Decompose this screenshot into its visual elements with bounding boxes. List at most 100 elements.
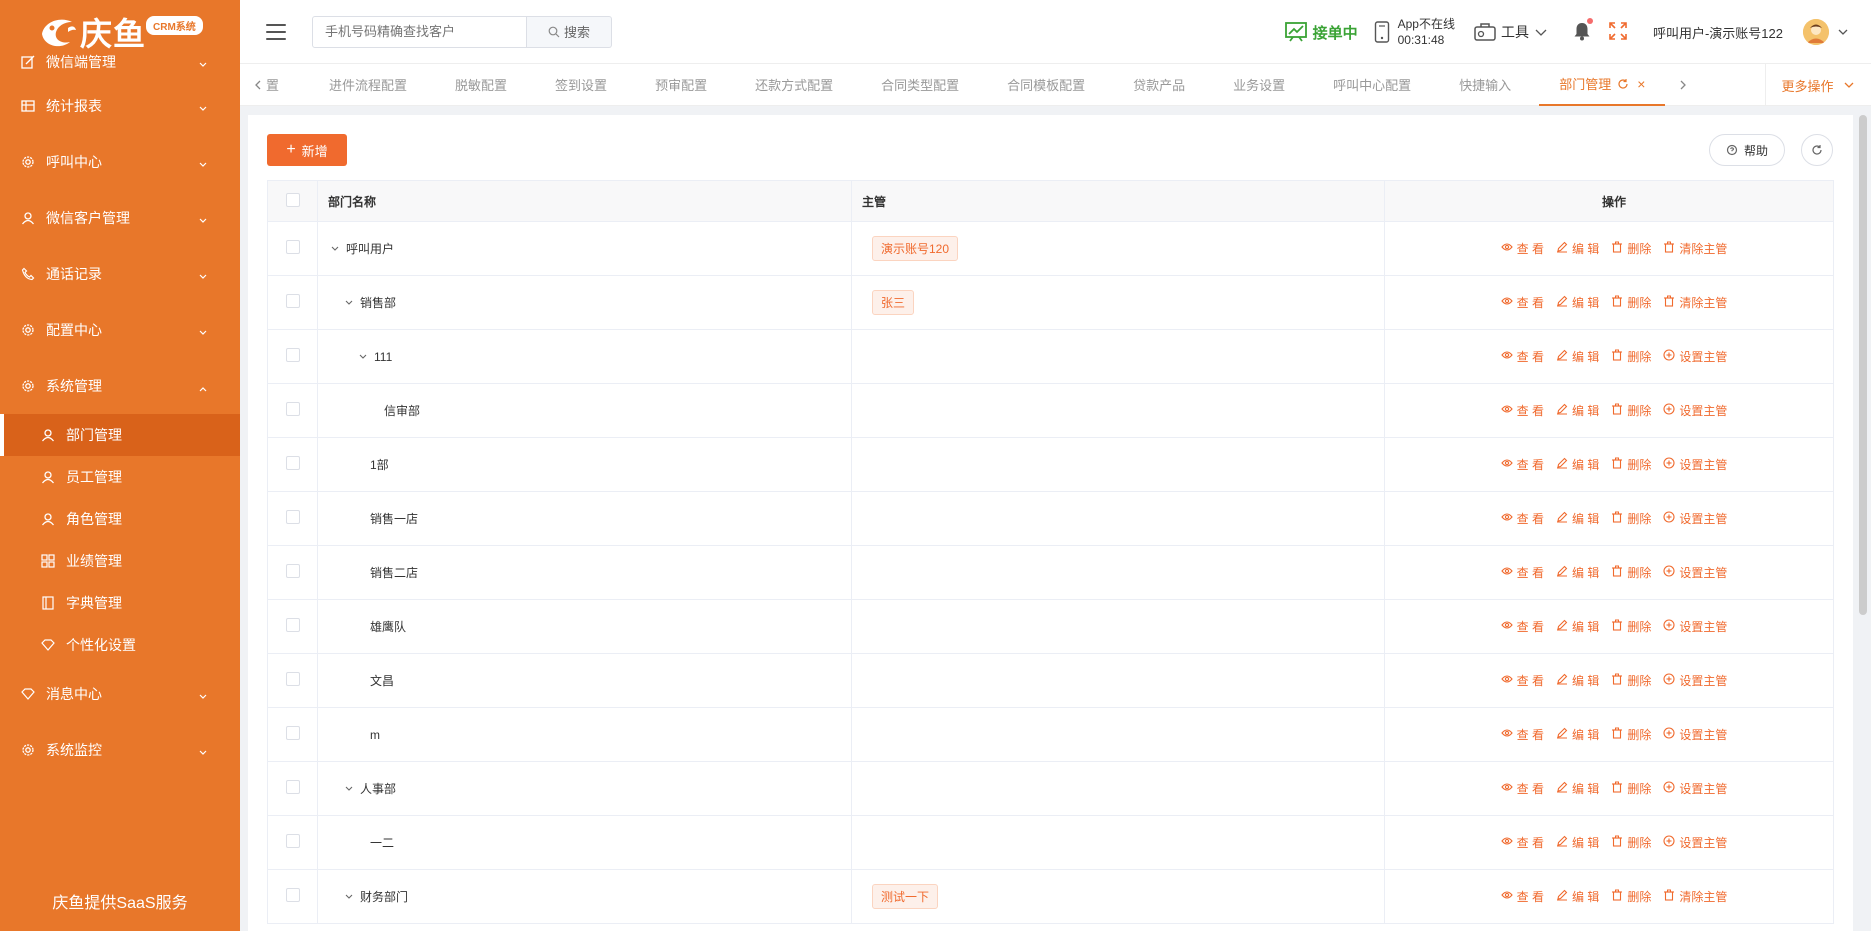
table-row[interactable]: 销售一店 查 看 编 辑 删除 设置主管 — [267, 491, 1834, 546]
sidebar-item-bottom-1[interactable]: 系统监控 — [0, 722, 240, 778]
delete-button[interactable]: 删除 — [1611, 672, 1651, 689]
delete-button[interactable]: 删除 — [1611, 402, 1651, 419]
edit-button[interactable]: 编 辑 — [1556, 726, 1599, 743]
notification-bell[interactable] — [1573, 17, 1593, 44]
add-button[interactable]: + 新增 — [267, 134, 347, 166]
view-button[interactable]: 查 看 — [1500, 618, 1544, 635]
chevron-down-icon[interactable] — [342, 296, 356, 310]
view-button[interactable]: 查 看 — [1500, 402, 1544, 419]
row-checkbox[interactable] — [285, 510, 300, 524]
avatar[interactable] — [1803, 19, 1829, 45]
user-name[interactable]: 呼叫用户-演示账号122 — [1653, 23, 1783, 42]
table-row[interactable]: 销售部 张三 查 看 编 辑 删除 清除主管 — [267, 275, 1834, 330]
delete-button[interactable]: 删除 — [1611, 456, 1651, 473]
more-operations-dropdown[interactable]: 更多操作 — [1765, 64, 1871, 106]
view-button[interactable]: 查 看 — [1500, 726, 1544, 743]
table-row[interactable]: 1部 查 看 编 辑 删除 设置主管 — [267, 437, 1834, 492]
view-button[interactable]: 查 看 — [1500, 888, 1544, 905]
tab-2[interactable]: 脱敏配置 — [455, 64, 507, 106]
delete-button[interactable]: 删除 — [1611, 726, 1651, 743]
edit-button[interactable]: 编 辑 — [1556, 240, 1599, 257]
sidebar-subitem-5[interactable]: 个性化设置 — [0, 624, 240, 666]
chevron-down-icon[interactable] — [328, 242, 342, 256]
tab-7[interactable]: 合同模板配置 — [1007, 64, 1085, 106]
caret-down-icon[interactable] — [1837, 27, 1849, 37]
row-checkbox[interactable] — [285, 402, 300, 416]
row-checkbox[interactable] — [285, 618, 300, 632]
row-checkbox[interactable] — [285, 780, 300, 794]
edit-button[interactable]: 编 辑 — [1556, 564, 1599, 581]
work-status[interactable]: 接单中 — [1284, 22, 1358, 43]
row-checkbox[interactable] — [285, 348, 300, 362]
view-button[interactable]: 查 看 — [1500, 510, 1544, 527]
edit-button[interactable]: 编 辑 — [1556, 348, 1599, 365]
row-checkbox[interactable] — [285, 564, 300, 578]
table-row[interactable]: 销售二店 查 看 编 辑 删除 设置主管 — [267, 545, 1834, 600]
view-button[interactable]: 查 看 — [1500, 780, 1544, 797]
table-row[interactable]: 文昌 查 看 编 辑 删除 设置主管 — [267, 653, 1834, 708]
set-manager-button[interactable]: 设置主管 — [1663, 510, 1727, 527]
delete-button[interactable]: 删除 — [1611, 564, 1651, 581]
sidebar-item-bottom-0[interactable]: 消息中心 — [0, 666, 240, 722]
tab-4[interactable]: 预审配置 — [655, 64, 707, 106]
tab-11[interactable]: 快捷输入 — [1459, 64, 1511, 106]
sidebar-item-1[interactable]: 统计报表 — [0, 78, 240, 134]
table-row[interactable]: m 查 看 编 辑 删除 设置主管 — [267, 707, 1834, 762]
tab-8[interactable]: 贷款产品 — [1133, 64, 1185, 106]
tab-scroll-right-icon[interactable] — [1675, 77, 1691, 93]
view-button[interactable]: 查 看 — [1500, 348, 1544, 365]
tab-3[interactable]: 签到设置 — [555, 64, 607, 106]
edit-button[interactable]: 编 辑 — [1556, 510, 1599, 527]
edit-button[interactable]: 编 辑 — [1556, 888, 1599, 905]
set-manager-button[interactable]: 设置主管 — [1663, 402, 1727, 419]
edit-button[interactable]: 编 辑 — [1556, 672, 1599, 689]
delete-button[interactable]: 删除 — [1611, 888, 1651, 905]
view-button[interactable]: 查 看 — [1500, 834, 1544, 851]
set-manager-button[interactable]: 设置主管 — [1663, 726, 1727, 743]
sidebar-item-5[interactable]: 配置中心 — [0, 302, 240, 358]
tab-0[interactable]: 置 — [266, 64, 279, 106]
view-button[interactable]: 查 看 — [1500, 456, 1544, 473]
edit-button[interactable]: 编 辑 — [1556, 780, 1599, 797]
set-manager-button[interactable]: 设置主管 — [1663, 780, 1727, 797]
search-input[interactable] — [312, 15, 527, 48]
tab-6[interactable]: 合同类型配置 — [881, 64, 959, 106]
tab-scroll-left-icon[interactable] — [250, 77, 266, 93]
row-checkbox[interactable] — [285, 672, 300, 686]
set-manager-button[interactable]: 设置主管 — [1663, 834, 1727, 851]
sidebar-item-6[interactable]: 系统管理 — [0, 358, 240, 414]
row-checkbox[interactable] — [285, 834, 300, 848]
tab-1[interactable]: 进件流程配置 — [329, 64, 407, 106]
tools-dropdown[interactable]: 工具 — [1473, 22, 1553, 42]
set-manager-button[interactable]: 设置主管 — [1663, 564, 1727, 581]
set-manager-button[interactable]: 设置主管 — [1663, 348, 1727, 365]
help-button[interactable]: 帮助 — [1709, 134, 1785, 166]
delete-button[interactable]: 删除 — [1611, 294, 1651, 311]
fullscreen-button[interactable] — [1609, 21, 1627, 43]
chevron-down-icon[interactable] — [342, 890, 356, 904]
hamburger-menu-icon[interactable] — [266, 23, 286, 40]
page-scrollbar[interactable] — [1859, 115, 1867, 615]
row-checkbox[interactable] — [285, 456, 300, 470]
delete-button[interactable]: 删除 — [1611, 510, 1651, 527]
edit-button[interactable]: 编 辑 — [1556, 294, 1599, 311]
set-manager-button[interactable]: 设置主管 — [1663, 672, 1727, 689]
close-icon[interactable]: × — [1637, 76, 1645, 92]
row-checkbox[interactable] — [285, 888, 300, 902]
sidebar-item-3[interactable]: 微信客户管理 — [0, 190, 240, 246]
edit-button[interactable]: 编 辑 — [1556, 402, 1599, 419]
sidebar-subitem-2[interactable]: 角色管理 — [0, 498, 240, 540]
row-checkbox[interactable] — [285, 294, 300, 308]
view-button[interactable]: 查 看 — [1500, 240, 1544, 257]
chevron-down-icon[interactable] — [356, 350, 370, 364]
row-checkbox[interactable] — [285, 726, 300, 740]
row-checkbox[interactable] — [285, 240, 300, 254]
view-button[interactable]: 查 看 — [1500, 564, 1544, 581]
sidebar-item-4[interactable]: 通话记录 — [0, 246, 240, 302]
delete-button[interactable]: 删除 — [1611, 618, 1651, 635]
edit-button[interactable]: 编 辑 — [1556, 618, 1599, 635]
delete-button[interactable]: 删除 — [1611, 348, 1651, 365]
clear-manager-button[interactable]: 清除主管 — [1663, 888, 1727, 905]
tab-9[interactable]: 业务设置 — [1233, 64, 1285, 106]
view-button[interactable]: 查 看 — [1500, 672, 1544, 689]
